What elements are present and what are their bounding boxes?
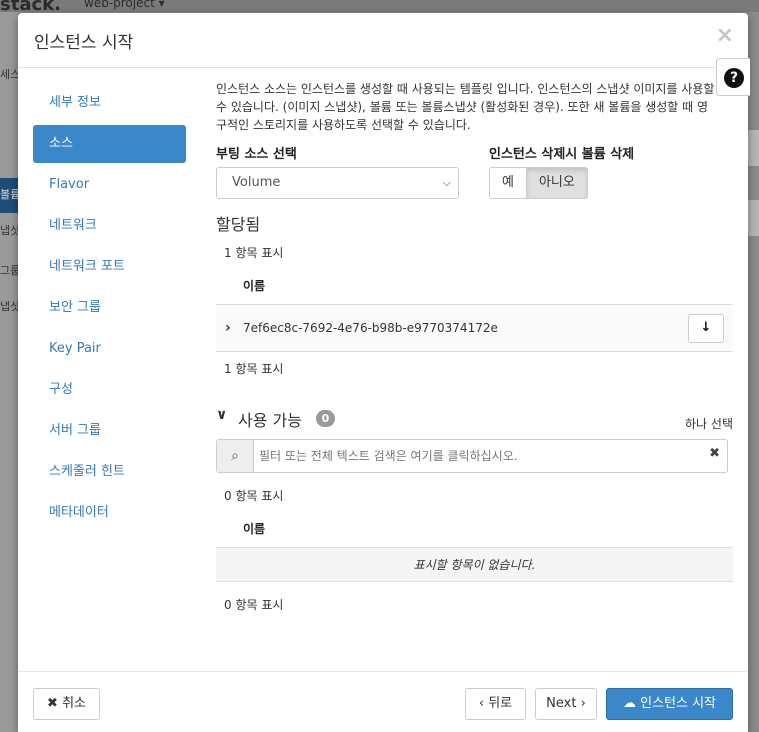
available-count-top: 0 항목 표시 — [224, 489, 284, 503]
help-icon: ? — [724, 68, 744, 88]
nav-item-security-groups[interactable]: 보안 그룹 — [33, 289, 186, 327]
source-step-content: 인스턴스 소스는 인스턴스를 생성할 때 사용되는 템플릿 입니다. 인스턴스의… — [216, 80, 733, 613]
chevron-right-icon[interactable]: › — [225, 305, 231, 351]
nav-item-network-ports[interactable]: 네트워크 포트 — [33, 248, 186, 286]
modal-header: 인스턴스 시작 × — [18, 13, 748, 68]
boot-source-select[interactable]: Volume ⌵ — [216, 167, 459, 199]
source-description: 인스턴스 소스는 인스턴스를 생성할 때 사용되는 템플릿 입니다. 인스턴스의… — [216, 82, 715, 132]
background-right-strip — [748, 12, 759, 732]
background-side-item: 그룹 — [0, 264, 18, 277]
nav-item-server-groups[interactable]: 서버 그룹 — [33, 412, 186, 450]
table-row[interactable]: › 7ef6ec8c-7692-4e76-b98b-e9770374172e ↓ — [216, 305, 733, 352]
allocated-volume-id: 7ef6ec8c-7692-4e76-b98b-e9770374172e — [243, 321, 498, 335]
launch-label: 인스턴스 시작 — [640, 696, 717, 711]
modal-footer: ✖ 취소 ‹ 뒤로 Next › ☁ 인스턴스 시작 — [18, 671, 748, 732]
available-count-bottom: 0 항목 표시 — [224, 598, 284, 612]
available-count-badge: 0 — [316, 410, 335, 427]
nav-item-networks[interactable]: 네트워크 — [33, 207, 186, 245]
background-side-item: 냅샷 — [0, 224, 18, 237]
close-icon[interactable]: ✖ — [709, 446, 720, 461]
background-project-selector: web-project ▾ — [84, 0, 165, 10]
nav-item-flavor[interactable]: Flavor — [33, 166, 186, 204]
launch-instance-button[interactable]: ☁ 인스턴스 시작 — [606, 688, 733, 720]
chevron-down-icon: ⌵ — [442, 176, 451, 189]
boot-source-value: Volume — [232, 175, 281, 190]
nav-item-scheduler-hints[interactable]: 스케줄러 힌트 — [33, 453, 186, 491]
empty-table-message: 표시할 항목이 없습니다. — [216, 548, 733, 582]
delete-volume-yes-button[interactable]: 예 — [489, 167, 527, 199]
background-sidebar — [0, 12, 18, 732]
boot-source-label: 부팅 소스 선택 — [216, 147, 297, 162]
background-side-item: 냅샷 — [0, 300, 18, 313]
allocated-count-bottom: 1 항목 표시 — [224, 362, 284, 376]
available-header-name: 이름 — [216, 510, 733, 548]
delete-volume-no-button[interactable]: 아니오 — [526, 167, 588, 199]
back-label: 뒤로 — [488, 696, 513, 711]
wizard-nav: 세부 정보 소스 Flavor 네트워크 네트워크 포트 보안 그룹 Key P… — [33, 84, 186, 535]
next-label: Next — [546, 696, 577, 711]
modal-title: 인스턴스 시작 — [34, 33, 134, 53]
background-right-block — [748, 130, 759, 166]
search-input[interactable] — [259, 440, 699, 472]
help-button[interactable]: ? — [716, 58, 750, 96]
cloud-upload-icon: ☁ — [622, 696, 636, 711]
filter-search: ⌕ ✖ — [216, 439, 728, 473]
arrow-down-icon: ↓ — [700, 320, 712, 335]
available-title: 사용 가능 — [238, 411, 302, 430]
delete-volume-label: 인스턴스 삭제시 볼륨 삭제 — [489, 147, 635, 162]
nav-item-configuration[interactable]: 구성 — [33, 371, 186, 409]
chevron-left-icon: ‹ — [478, 696, 485, 711]
cancel-button[interactable]: ✖ 취소 — [33, 688, 100, 720]
chevron-down-icon[interactable]: ∨ — [216, 407, 227, 423]
cancel-label: 취소 — [62, 696, 86, 711]
background-right-block — [748, 200, 759, 236]
close-icon[interactable]: × — [716, 23, 734, 48]
launch-instance-modal: 인스턴스 시작 × 세부 정보 소스 Flavor 네트워크 네트워크 포트 보… — [18, 13, 748, 732]
next-button[interactable]: Next › — [535, 688, 597, 720]
allocated-header-name: 이름 — [216, 267, 733, 305]
background-side-item: 볼륨 — [0, 188, 18, 201]
background-side-item: 세스 — [0, 68, 18, 81]
available-header[interactable]: ∨ 사용 가능 0 하나 선택 — [216, 407, 733, 433]
back-button[interactable]: ‹ 뒤로 — [465, 688, 526, 720]
delete-volume-toggle: 예 아니오 — [489, 167, 588, 199]
boot-source-row: 부팅 소스 선택 Volume ⌵ 인스턴스 삭제시 볼륨 삭제 예 아니오 — [216, 143, 733, 209]
allocated-title: 할당됨 — [216, 215, 261, 234]
nav-item-source[interactable]: 소스 — [33, 125, 186, 163]
deallocate-button[interactable]: ↓ — [688, 314, 724, 343]
background-topbar: stack. web-project ▾ — [0, 0, 759, 15]
chevron-right-icon: › — [580, 696, 586, 711]
search-icon: ⌕ — [217, 440, 254, 472]
nav-item-key-pair[interactable]: Key Pair — [33, 330, 186, 368]
nav-item-details[interactable]: 세부 정보 — [33, 84, 186, 122]
close-icon: ✖ — [47, 696, 58, 711]
allocated-count-top: 1 항목 표시 — [224, 246, 284, 260]
select-one-label: 하나 선택 — [685, 417, 733, 431]
nav-item-metadata[interactable]: 메타데이터 — [33, 494, 186, 532]
